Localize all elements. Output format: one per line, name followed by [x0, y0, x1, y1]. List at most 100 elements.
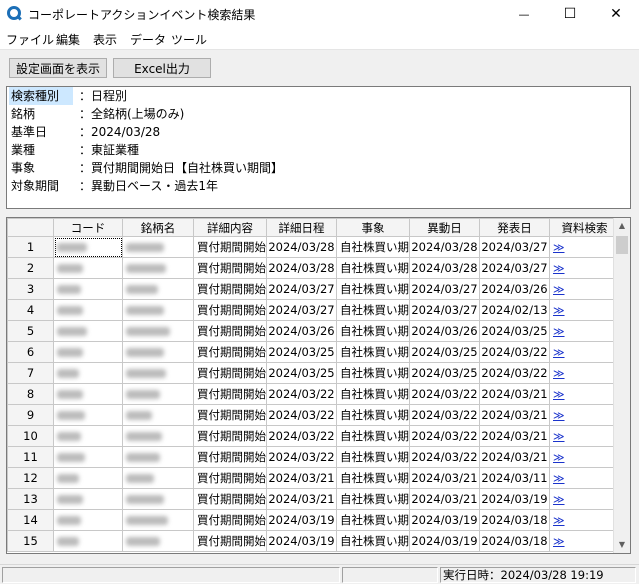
table-row[interactable]: 12 買付期間開始 2024/03/21 自社株買い期 2024/03/21 2024/0… [7, 467, 620, 489]
detail-cell[interactable]: 買付期間開始 [193, 530, 267, 552]
document-link-icon[interactable]: ≫ [553, 346, 565, 359]
code-cell[interactable] [53, 425, 123, 447]
event-cell[interactable]: 自社株買い期 [336, 236, 410, 258]
table-row[interactable]: 11 買付期間開始 2024/03/22 自社株買い期 2024/03/22 2024/0… [7, 446, 620, 468]
document-search-cell[interactable]: ≫ [549, 278, 620, 300]
document-link-icon[interactable]: ≫ [553, 430, 565, 443]
condition-label[interactable]: 検索種別 [9, 87, 73, 105]
name-cell[interactable] [122, 446, 194, 468]
row-number[interactable]: 2 [7, 257, 54, 279]
move-date-cell[interactable]: 2024/03/27 [409, 299, 480, 321]
show-settings-button[interactable]: 設定画面を表示 [9, 58, 107, 78]
table-row[interactable]: 13 買付期間開始 2024/03/21 自社株買い期 2024/03/21 2024/0… [7, 488, 620, 510]
name-cell[interactable] [122, 236, 194, 258]
document-search-cell[interactable]: ≫ [549, 488, 620, 510]
code-cell[interactable] [53, 278, 123, 300]
name-cell[interactable] [122, 320, 194, 342]
detail-cell[interactable]: 買付期間開始 [193, 341, 267, 363]
move-date-cell[interactable]: 2024/03/26 [409, 320, 480, 342]
event-cell[interactable]: 自社株買い期 [336, 341, 410, 363]
header-detail-date[interactable]: 詳細日程 [266, 218, 337, 237]
detail-date-cell[interactable]: 2024/03/27 [266, 299, 337, 321]
row-number[interactable]: 3 [7, 278, 54, 300]
results-grid[interactable]: コード 銘柄名 詳細内容 詳細日程 事象 異動日 発表日 資料検索 1 買付期間開… [6, 217, 631, 554]
name-cell[interactable] [122, 362, 194, 384]
announce-date-cell[interactable]: 2024/03/27 [479, 236, 550, 258]
move-date-cell[interactable]: 2024/03/28 [409, 236, 480, 258]
document-link-icon[interactable]: ≫ [553, 367, 565, 380]
table-row[interactable]: 6 買付期間開始 2024/03/25 自社株買い期 2024/03/25 2024/03… [7, 341, 620, 363]
name-cell[interactable] [122, 425, 194, 447]
detail-date-cell[interactable]: 2024/03/28 [266, 236, 337, 258]
document-search-cell[interactable]: ≫ [549, 446, 620, 468]
document-link-icon[interactable]: ≫ [553, 493, 565, 506]
announce-date-cell[interactable]: 2024/03/18 [479, 509, 550, 531]
detail-date-cell[interactable]: 2024/03/27 [266, 278, 337, 300]
announce-date-cell[interactable]: 2024/03/11 [479, 467, 550, 489]
detail-cell[interactable]: 買付期間開始 [193, 299, 267, 321]
event-cell[interactable]: 自社株買い期 [336, 509, 410, 531]
announce-date-cell[interactable]: 2024/03/25 [479, 320, 550, 342]
row-number[interactable]: 1 [7, 236, 54, 258]
document-search-cell[interactable]: ≫ [549, 467, 620, 489]
row-number[interactable]: 7 [7, 362, 54, 384]
row-number[interactable]: 4 [7, 299, 54, 321]
document-search-cell[interactable]: ≫ [549, 509, 620, 531]
table-row[interactable]: 2 買付期間開始 2024/03/28 自社株買い期 2024/03/28 2024/03… [7, 257, 620, 279]
header-move-date[interactable]: 異動日 [409, 218, 480, 237]
document-link-icon[interactable]: ≫ [553, 535, 565, 548]
detail-date-cell[interactable]: 2024/03/19 [266, 530, 337, 552]
menu-view[interactable]: 表示 [93, 31, 117, 48]
detail-date-cell[interactable]: 2024/03/22 [266, 404, 337, 426]
announce-date-cell[interactable]: 2024/03/18 [479, 530, 550, 552]
code-cell[interactable] [53, 341, 123, 363]
event-cell[interactable]: 自社株買い期 [336, 278, 410, 300]
detail-cell[interactable]: 買付期間開始 [193, 383, 267, 405]
code-cell[interactable] [53, 446, 123, 468]
row-number[interactable]: 12 [7, 467, 54, 489]
detail-date-cell[interactable]: 2024/03/22 [266, 383, 337, 405]
table-row[interactable]: 14 買付期間開始 2024/03/19 自社株買い期 2024/03/19 2024/0… [7, 509, 620, 531]
move-date-cell[interactable]: 2024/03/22 [409, 404, 480, 426]
table-row[interactable]: 8 買付期間開始 2024/03/22 自社株買い期 2024/03/22 2024/03… [7, 383, 620, 405]
move-date-cell[interactable]: 2024/03/19 [409, 530, 480, 552]
announce-date-cell[interactable]: 2024/03/26 [479, 278, 550, 300]
event-cell[interactable]: 自社株買い期 [336, 320, 410, 342]
announce-date-cell[interactable]: 2024/02/13 [479, 299, 550, 321]
header-name[interactable]: 銘柄名 [122, 218, 194, 237]
event-cell[interactable]: 自社株買い期 [336, 362, 410, 384]
document-search-cell[interactable]: ≫ [549, 299, 620, 321]
move-date-cell[interactable]: 2024/03/19 [409, 509, 480, 531]
code-cell[interactable] [53, 236, 123, 258]
table-row[interactable]: 3 買付期間開始 2024/03/27 自社株買い期 2024/03/27 2024/03… [7, 278, 620, 300]
detail-cell[interactable]: 買付期間開始 [193, 425, 267, 447]
announce-date-cell[interactable]: 2024/03/22 [479, 362, 550, 384]
name-cell[interactable] [122, 404, 194, 426]
code-cell[interactable] [53, 299, 123, 321]
move-date-cell[interactable]: 2024/03/25 [409, 341, 480, 363]
document-search-cell[interactable]: ≫ [549, 320, 620, 342]
row-number[interactable]: 14 [7, 509, 54, 531]
row-number[interactable]: 6 [7, 341, 54, 363]
detail-date-cell[interactable]: 2024/03/25 [266, 362, 337, 384]
code-cell[interactable] [53, 467, 123, 489]
row-number[interactable]: 11 [7, 446, 54, 468]
event-cell[interactable]: 自社株買い期 [336, 425, 410, 447]
event-cell[interactable]: 自社株買い期 [336, 446, 410, 468]
announce-date-cell[interactable]: 2024/03/21 [479, 425, 550, 447]
announce-date-cell[interactable]: 2024/03/19 [479, 488, 550, 510]
detail-cell[interactable]: 買付期間開始 [193, 509, 267, 531]
name-cell[interactable] [122, 467, 194, 489]
detail-date-cell[interactable]: 2024/03/26 [266, 320, 337, 342]
name-cell[interactable] [122, 488, 194, 510]
code-cell[interactable] [53, 383, 123, 405]
detail-cell[interactable]: 買付期間開始 [193, 404, 267, 426]
detail-date-cell[interactable]: 2024/03/21 [266, 467, 337, 489]
move-date-cell[interactable]: 2024/03/22 [409, 446, 480, 468]
move-date-cell[interactable]: 2024/03/21 [409, 488, 480, 510]
close-button[interactable]: ✕ [593, 0, 639, 28]
detail-cell[interactable]: 買付期間開始 [193, 488, 267, 510]
announce-date-cell[interactable]: 2024/03/22 [479, 341, 550, 363]
table-row[interactable]: 5 買付期間開始 2024/03/26 自社株買い期 2024/03/26 2024/03… [7, 320, 620, 342]
document-search-cell[interactable]: ≫ [549, 404, 620, 426]
